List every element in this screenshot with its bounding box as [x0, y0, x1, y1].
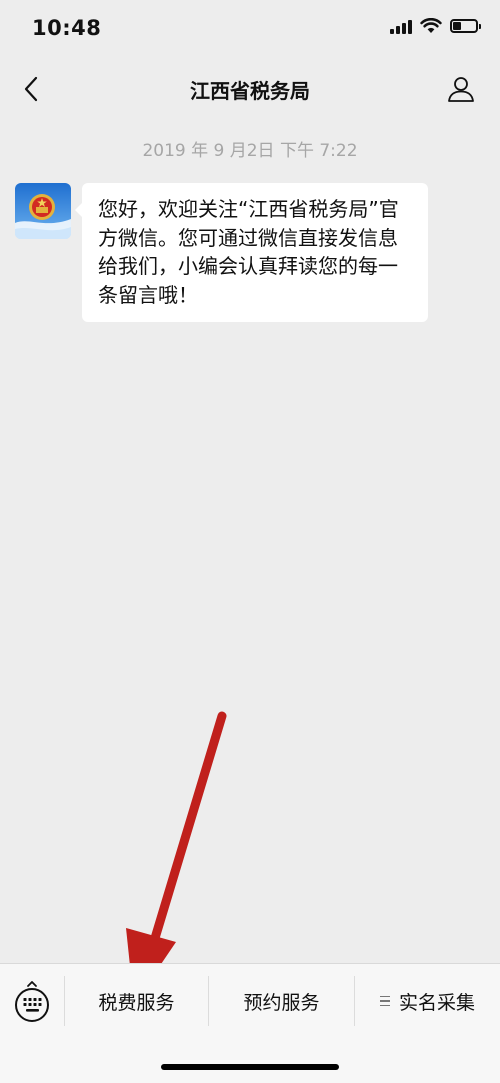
- menu-item-label: 实名采集: [398, 991, 475, 1014]
- message-timestamp: 2019 年 9 月2日 下午 7:22: [142, 141, 358, 161]
- battery-icon: [450, 19, 481, 33]
- menu-item-label: 税费服务: [98, 991, 175, 1014]
- emblem-icon: [15, 183, 71, 239]
- wifi-icon: [420, 18, 442, 33]
- annotation-arrow: [126, 711, 227, 1004]
- avatar[interactable]: [15, 183, 71, 239]
- nav-bar: 江西省税务局: [0, 60, 500, 118]
- menu-item-tax-services[interactable]: 税费服务: [65, 964, 208, 1038]
- home-indicator[interactable]: [161, 1064, 339, 1070]
- status-icons: [390, 18, 481, 34]
- person-icon: [448, 77, 474, 102]
- message-bubble[interactable]: 您好，欢迎关注“江西省税务局”官方微信。您可通过微信直接发信息给我们，小编会认真…: [75, 183, 428, 322]
- profile-button[interactable]: [442, 70, 480, 108]
- status-bar: 10:48: [0, 0, 500, 60]
- menu-item-label: 预约服务: [243, 991, 320, 1014]
- submenu-icon: [379, 993, 390, 1010]
- menu-item-appointment-services[interactable]: 预约服务: [209, 964, 354, 1038]
- keyboard-toggle-button[interactable]: [10, 976, 54, 1026]
- menu-item-real-name-collection[interactable]: 实名采集: [355, 964, 500, 1038]
- page-title: 江西省税务局: [190, 79, 310, 103]
- status-time: 10:48: [32, 16, 102, 40]
- cellular-signal-icon: [390, 18, 412, 34]
- keyboard-icon: [15, 981, 49, 1022]
